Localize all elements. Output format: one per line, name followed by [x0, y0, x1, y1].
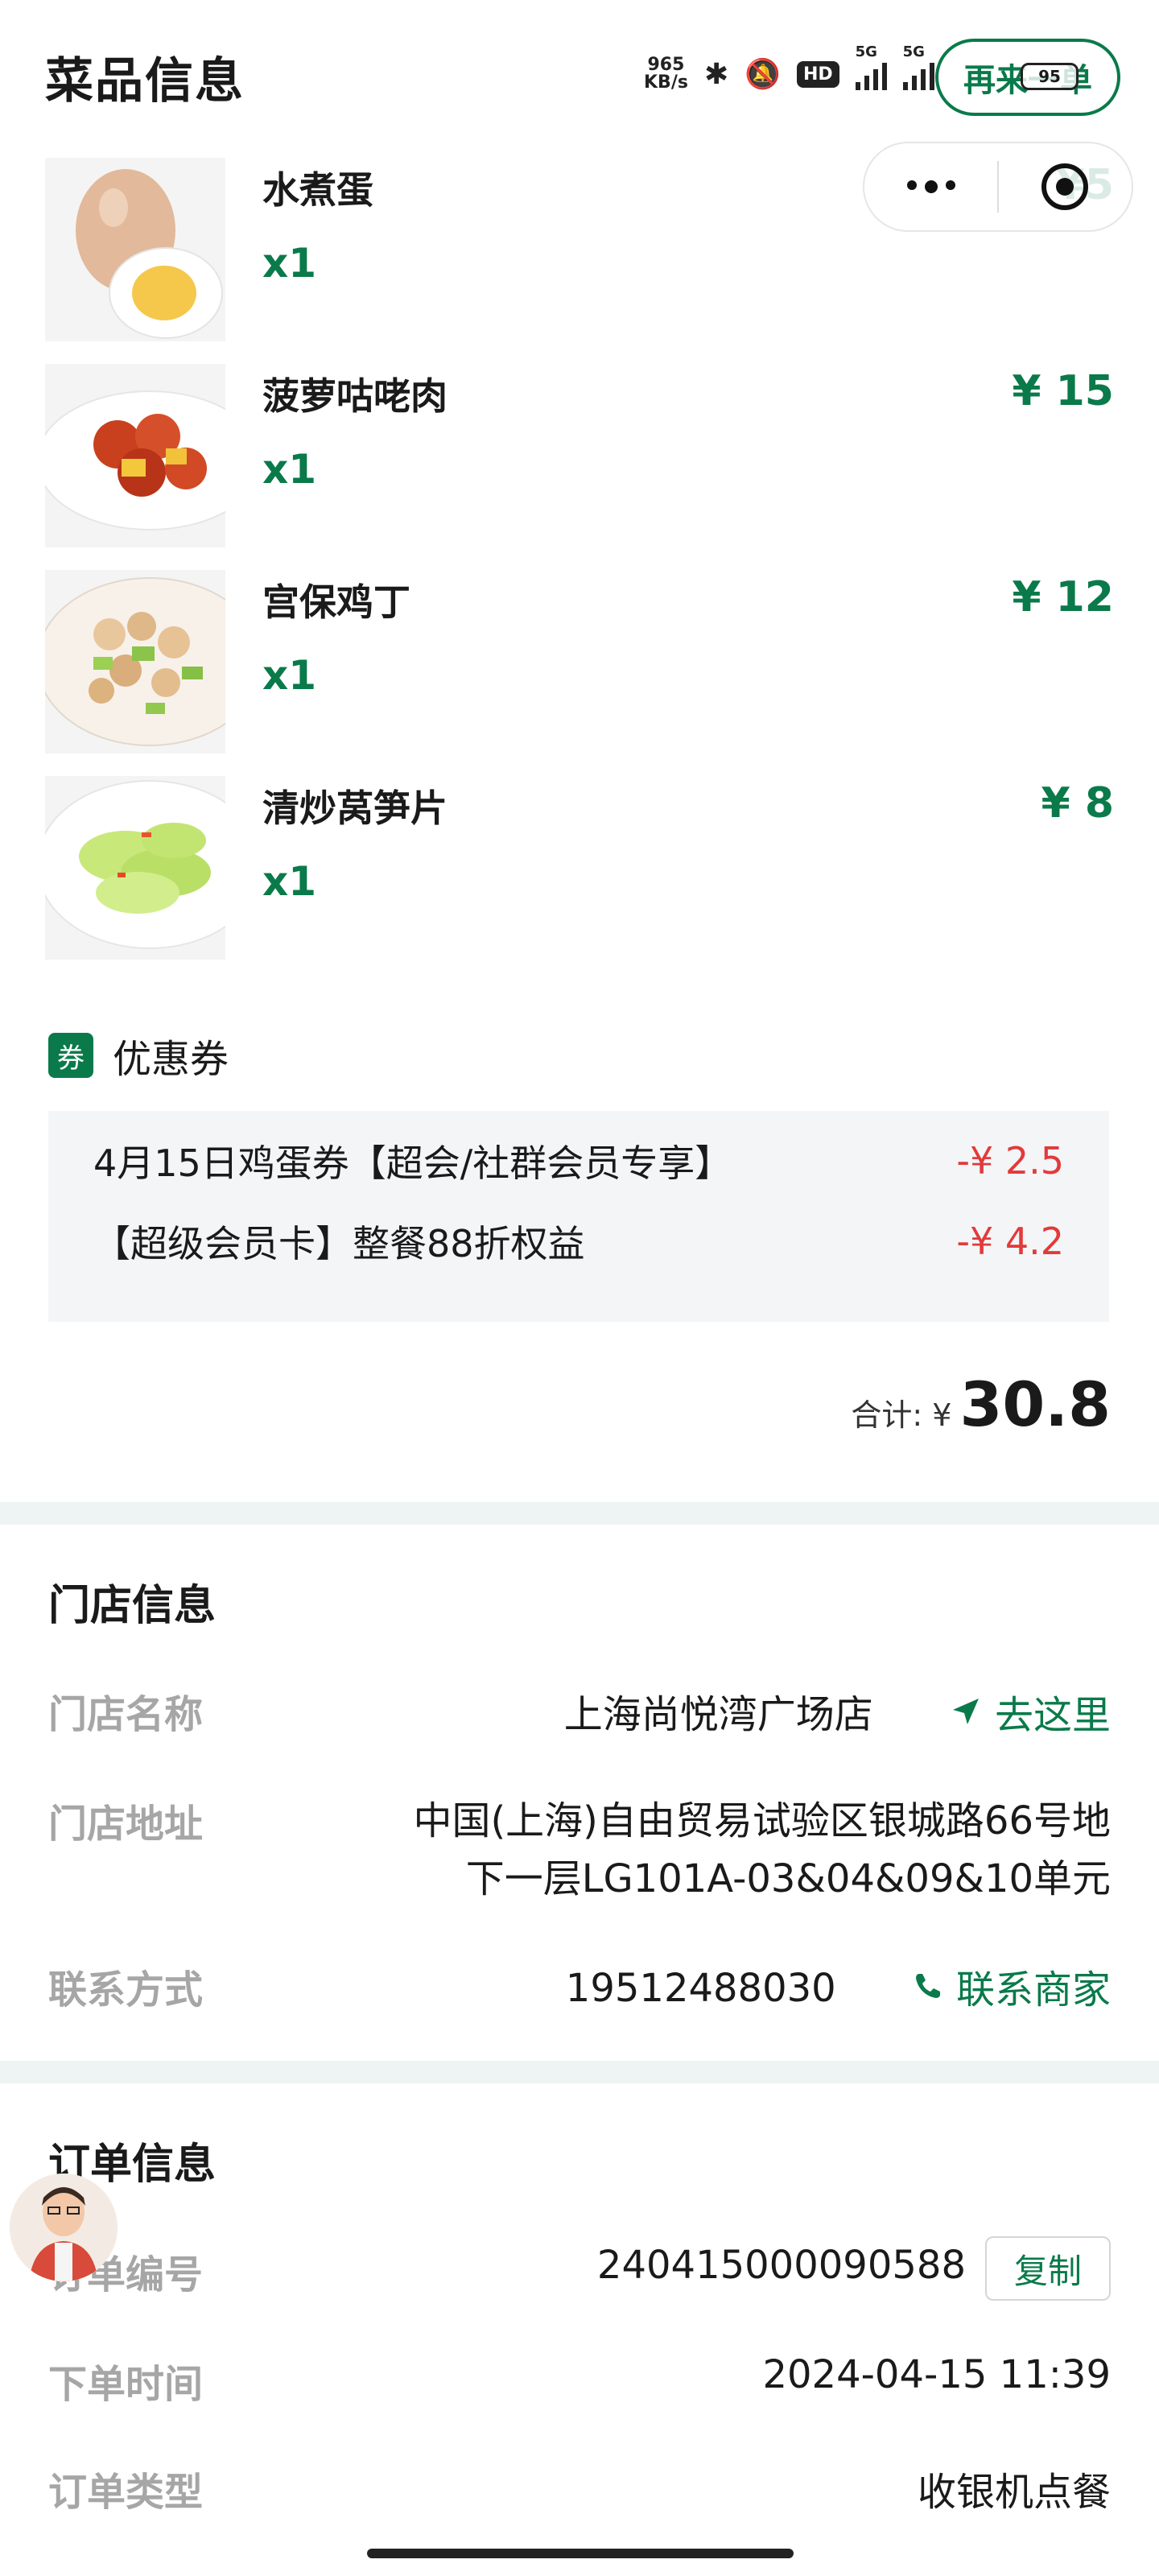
order-type-label: 订单类型 [48, 2470, 204, 2515]
dish-name: 菠萝咕咾肉 [262, 374, 448, 418]
dish-quantity: x1 [262, 858, 317, 905]
dish-price: ¥ 8 [1041, 779, 1114, 828]
store-name-row: 上海尚悦湾广场店 去这里 [564, 1682, 1111, 1740]
dish-name: 清炒莴笋片 [262, 786, 448, 830]
signal-icon: 5G [855, 43, 887, 90]
dish-item: 菠萝咕咾肉 x1 ¥ 15 [0, 364, 1159, 554]
signal-icon-2: 5G [902, 43, 934, 90]
coupon-title: 优惠券 [113, 1037, 229, 1082]
dish-item: 清炒莴笋片 x1 ¥ 8 [0, 776, 1159, 966]
dish-price: ¥ 15 [1012, 367, 1114, 415]
dish-quantity: x1 [262, 240, 317, 287]
mute-icon: 🔕 [744, 58, 781, 91]
order-time: 2024-04-15 11:39 [762, 2352, 1111, 2397]
store-phone: 19512488030 [565, 1966, 836, 2011]
total-label: 合计: ¥ [851, 1397, 952, 1433]
coupon-amount: -¥ 4.2 [956, 1220, 1064, 1263]
dish-name: 宫保鸡丁 [262, 580, 410, 624]
store-name: 上海尚悦湾广场店 [563, 1692, 873, 1737]
section-divider [0, 1502, 1159, 1525]
navigate-button[interactable]: 去这里 [950, 1683, 1111, 1740]
dish-item: 宫保鸡丁 x1 ¥ 12 [0, 570, 1159, 760]
coupon-name: 4月15日鸡蛋券【超会/社群会员专享】 [93, 1141, 732, 1185]
order-total: 合计: ¥ 30.8 [851, 1368, 1111, 1440]
coupon-badge-icon: 券 [48, 1033, 93, 1078]
battery-icon: 95 [1021, 63, 1079, 90]
order-type: 收银机点餐 [917, 2470, 1111, 2515]
coupon-item: 4月15日鸡蛋券【超会/社群会员专享】 -¥ 2.5 [93, 1129, 1064, 1193]
store-section-title: 门店信息 [48, 1582, 217, 1630]
more-icon[interactable] [864, 180, 997, 193]
navigate-label: 去这里 [994, 1693, 1111, 1738]
contact-merchant-button[interactable]: 联系商家 [913, 1958, 1111, 2014]
coupon-name: 【超级会员卡】整餐88折权益 [93, 1222, 585, 1265]
hd-badge: HD [796, 60, 839, 88]
dish-quantity: x1 [262, 446, 317, 493]
dish-image-boiled-egg [45, 158, 225, 341]
coupon-amount: -¥ 2.5 [956, 1139, 1064, 1183]
dish-image-kung-pao-chicken [45, 570, 225, 753]
navigate-arrow-icon [952, 1699, 979, 1724]
dish-quantity: x1 [262, 652, 317, 699]
header: 菜品信息 965 KB/s ✱ 🔕 HD 5G 5G 再来一单 95 [0, 0, 1159, 145]
phone-icon [915, 1974, 940, 1998]
dish-price: ¥ 12 [1012, 573, 1114, 621]
contact-label: 联系方式 [48, 1967, 204, 2013]
order-time-label: 下单时间 [48, 2362, 204, 2407]
order-number: 240415000090588 [596, 2243, 966, 2288]
home-indicator [367, 2549, 794, 2558]
store-address-label: 门店地址 [48, 1802, 204, 1847]
dish-name: 水煮蛋 [262, 168, 373, 212]
copy-button[interactable]: 复制 [985, 2236, 1111, 2301]
section-divider [0, 2061, 1159, 2083]
dish-image-stir-fried-lettuce [45, 776, 225, 960]
store-address: 中国(上海)自由贸易试验区银城路66号地 下一层LG101A-03&04&09&… [413, 1798, 1111, 1901]
close-miniprogram-icon[interactable] [999, 163, 1132, 210]
store-name-label: 门店名称 [48, 1692, 204, 1737]
contact-merchant-label: 联系商家 [955, 1967, 1111, 2013]
bluetooth-icon: ✱ [703, 57, 729, 91]
coupon-header: 券 优惠券 [48, 1027, 229, 1084]
coupon-list: 4月15日鸡蛋券【超会/社群会员专享】 -¥ 2.5 【超级会员卡】整餐88折权… [48, 1111, 1109, 1322]
floating-avatar[interactable] [10, 2174, 118, 2281]
coupon-item: 【超级会员卡】整餐88折权益 -¥ 4.2 [93, 1209, 1064, 1274]
miniprogram-capsule [863, 142, 1133, 232]
page-title: 菜品信息 [45, 53, 245, 109]
contact-row: 19512488030 联系商家 [566, 1958, 1111, 2014]
total-value: 30.8 [959, 1368, 1111, 1440]
net-speed: 965 KB/s [644, 55, 688, 93]
dish-image-sweet-sour-pork [45, 364, 225, 547]
status-bar: 965 KB/s ✱ 🔕 HD 5G 5G [644, 43, 934, 98]
